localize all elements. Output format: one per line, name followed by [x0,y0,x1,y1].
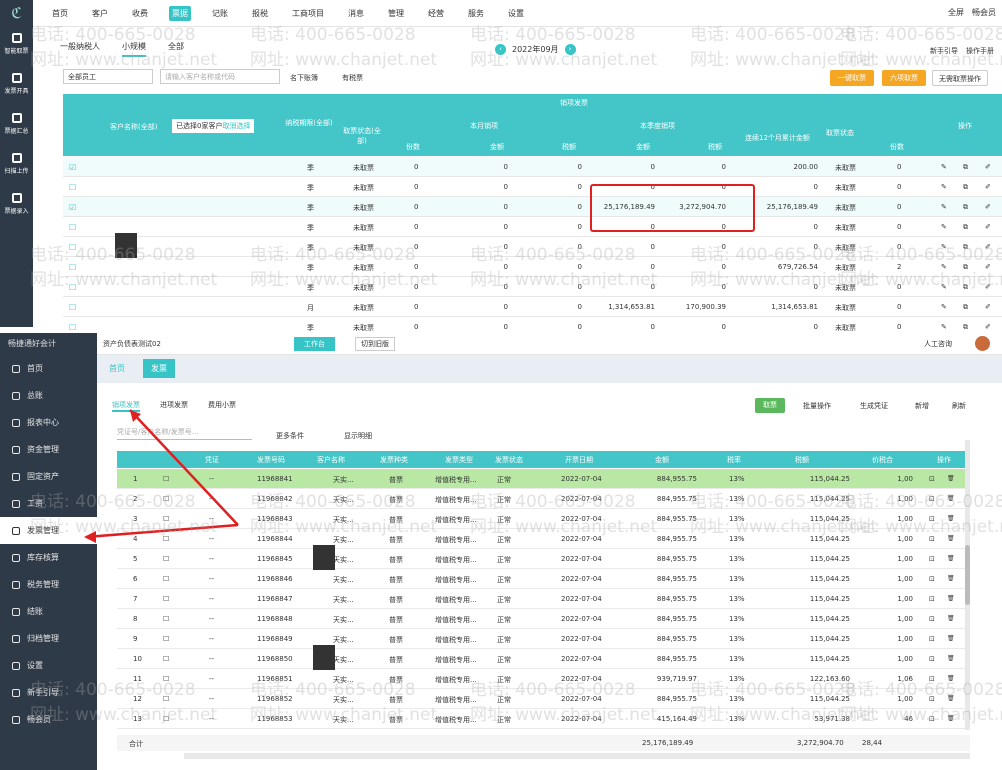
watermark: 电话: 400-665-0028 [30,245,196,265]
watermark: 电话: 400-665-0028 [30,25,196,45]
watermark: 网址: www.chanjet.net [840,705,1002,725]
watermark: 电话: 400-665-0028 [470,245,636,265]
watermark: 电话: 400-665-0028 [250,492,416,512]
watermark: 网址: www.chanjet.net [250,270,438,290]
watermark: 网址: www.chanjet.net [840,270,1002,290]
watermark: 网址: www.chanjet.net [470,517,658,537]
watermark: 电话: 400-665-0028 [840,680,1002,700]
watermark: 网址: www.chanjet.net [30,705,218,725]
watermark: 网址: www.chanjet.net [250,705,438,725]
watermark: 电话: 400-665-0028 [690,245,856,265]
watermark: 电话: 400-665-0028 [470,680,636,700]
watermark: 网址: www.chanjet.net [250,50,438,70]
watermark: 电话: 400-665-0028 [470,25,636,45]
watermark: 电话: 400-665-0028 [690,492,856,512]
watermark: 电话: 400-665-0028 [470,492,636,512]
watermark: 电话: 400-665-0028 [30,680,196,700]
watermark: 电话: 400-665-0028 [840,492,1002,512]
watermark: 电话: 400-665-0028 [250,680,416,700]
watermark: 网址: www.chanjet.net [470,705,658,725]
watermark: 网址: www.chanjet.net [840,517,1002,537]
annotation-arrows [84,409,239,543]
watermark: 网址: www.chanjet.net [470,50,658,70]
watermark: 网址: www.chanjet.net [30,50,218,70]
watermark: 电话: 400-665-0028 [690,25,856,45]
watermark: 电话: 400-665-0028 [250,245,416,265]
watermark: 电话: 400-665-0028 [690,680,856,700]
watermark: 网址: www.chanjet.net [840,50,1002,70]
watermark: 网址: www.chanjet.net [250,517,438,537]
watermark: 电话: 400-665-0028 [250,25,416,45]
watermark: 网址: www.chanjet.net [470,270,658,290]
watermark: 电话: 400-665-0028 [840,245,1002,265]
watermark: 网址: www.chanjet.net [30,270,218,290]
watermark: 电话: 400-665-0028 [840,25,1002,45]
watermark: 电话: 400-665-0028 [30,492,196,512]
watermark: 网址: www.chanjet.net [30,517,218,537]
